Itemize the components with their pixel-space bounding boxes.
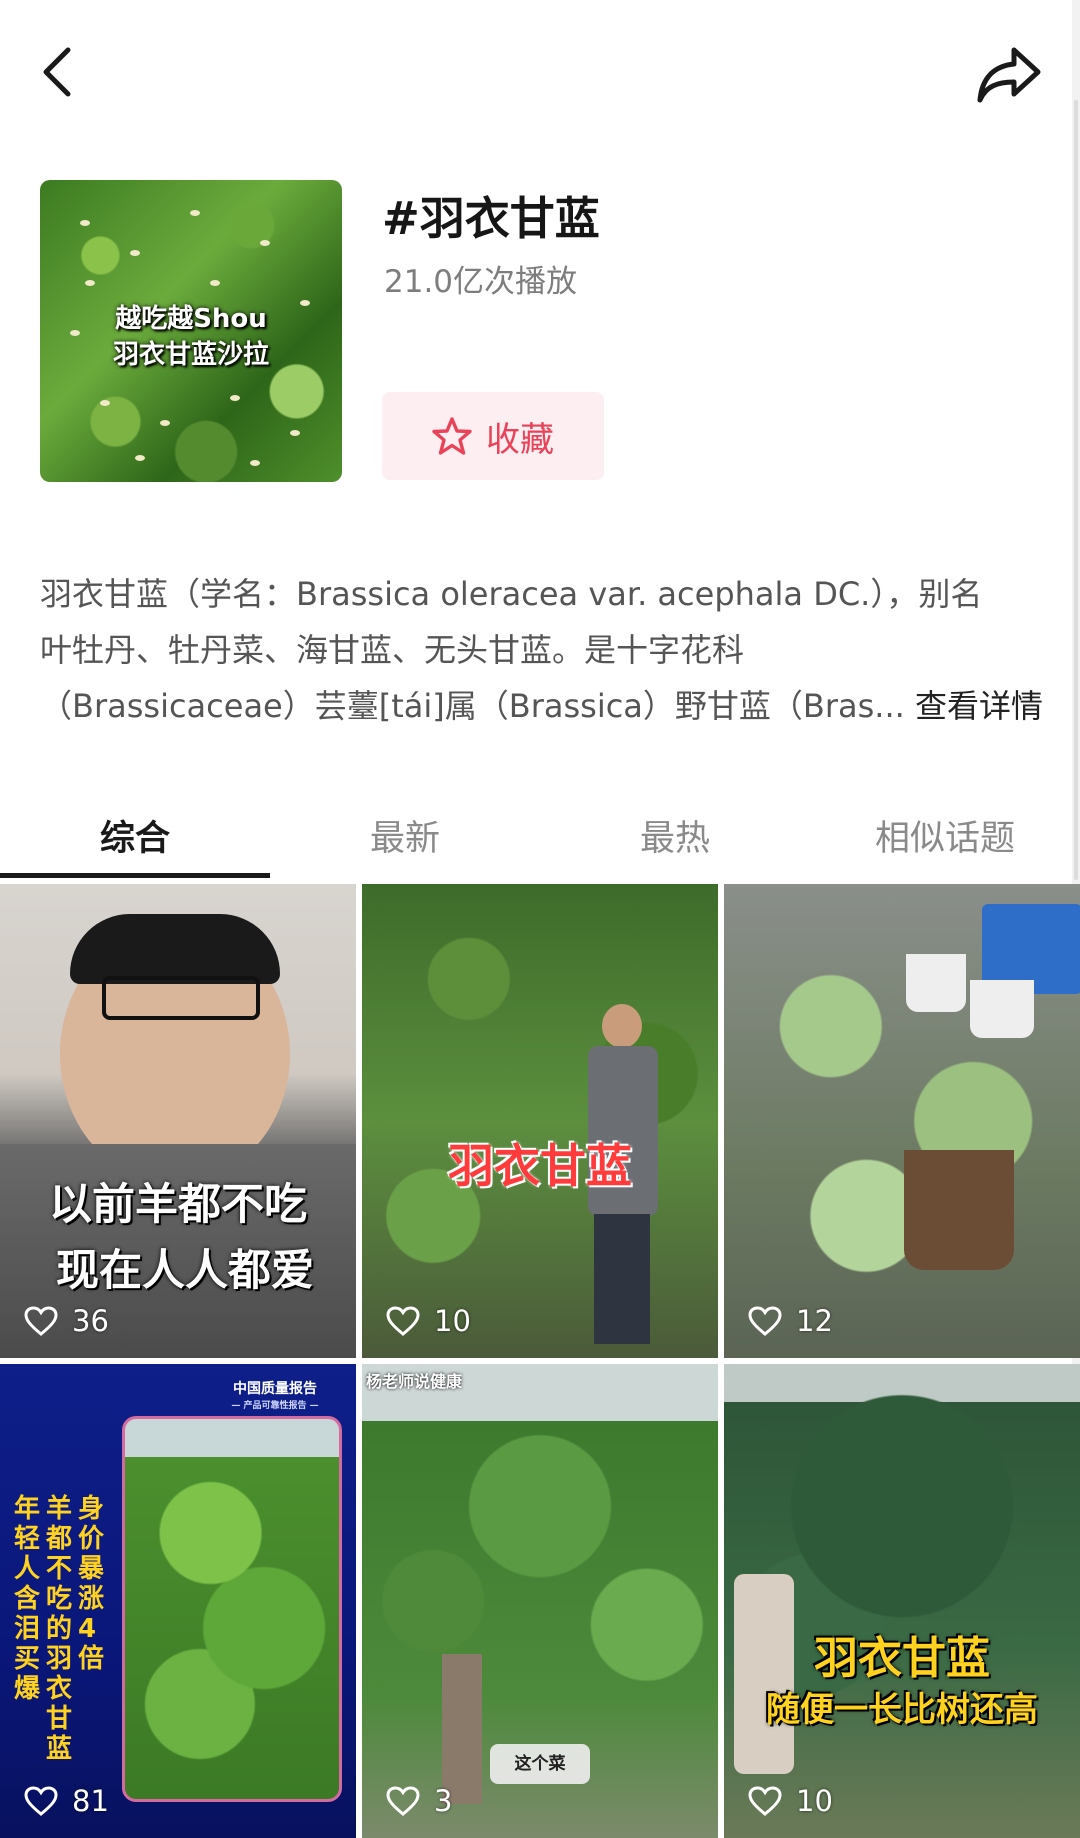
description-line-2: 叶牡丹、牡丹菜、海甘蓝、无头甘蓝。是十字花科 <box>40 631 745 669</box>
kale-photo <box>122 1416 342 1802</box>
vertical-text-2: 羊都不吃的羽衣甘蓝 <box>46 1494 73 1764</box>
like-count: 36 <box>24 1304 109 1338</box>
video-overlay-title: 以前羊都不吃 <box>49 1180 307 1230</box>
share-icon <box>977 47 1041 103</box>
play-count: 21.0亿次播放 <box>384 264 578 300</box>
top-bar <box>0 0 1080 150</box>
like-count-value: 12 <box>796 1304 833 1338</box>
like-count: 81 <box>24 1784 109 1818</box>
video-card[interactable]: 中国质量报告 — 产品可靠性报告 — 身价暴涨4倍 羊都不吃的羽衣甘蓝 年轻人含… <box>0 1364 356 1838</box>
view-details-link[interactable]: 查看详情 <box>915 687 1043 725</box>
heart-icon <box>386 1306 420 1336</box>
presenter-hair <box>70 914 280 984</box>
active-tab-indicator <box>0 873 270 878</box>
person-legs <box>442 1654 482 1804</box>
tab-bar: 综合 最新 最热 相似话题 <box>0 790 1080 880</box>
topic-cover-image: 越吃越Shou 羽衣甘蓝沙拉 <box>40 180 342 482</box>
tab-latest[interactable]: 最新 <box>270 810 540 861</box>
video-card[interactable]: 杨老师说健康 这个菜 3 <box>362 1364 718 1838</box>
topic-description: 羽衣甘蓝（学名：Brassica oleracea var. acephala … <box>40 566 1050 734</box>
description-line-1: 羽衣甘蓝（学名：Brassica oleracea var. acephala … <box>40 575 983 613</box>
heart-icon <box>748 1786 782 1816</box>
video-card[interactable]: 12 <box>724 884 1080 1358</box>
back-button[interactable] <box>36 42 86 102</box>
heart-icon <box>24 1786 58 1816</box>
heart-icon <box>24 1306 58 1336</box>
plant-pot <box>970 980 1034 1038</box>
scrollbar-thumb[interactable] <box>1074 100 1078 880</box>
vertical-text-1: 身价暴涨4倍 <box>78 1494 105 1674</box>
like-count-value: 3 <box>434 1784 453 1818</box>
cover-text-line2: 羽衣甘蓝沙拉 <box>112 340 269 370</box>
favorite-label: 收藏 <box>486 419 554 460</box>
heart-icon <box>386 1786 420 1816</box>
cover-text-line1: 越吃越Shou <box>115 304 267 334</box>
report-badge-sub: — 产品可靠性报告 — <box>231 1401 319 1411</box>
video-caption: 这个菜 <box>490 1744 590 1784</box>
video-card[interactable]: 羽衣甘蓝 随便一长比树还高 10 <box>724 1364 1080 1838</box>
person-head <box>602 1004 642 1048</box>
description-line-3: （Brassicaceae）芸薹[tái]属（Brassica）野甘蓝（Bras… <box>40 678 1050 734</box>
video-card[interactable]: 羽衣甘蓝 10 <box>362 884 718 1358</box>
like-count-value: 81 <box>72 1784 109 1818</box>
like-count: 10 <box>748 1784 833 1818</box>
plant-pot <box>906 954 966 1012</box>
report-badge: 中国质量报告 <box>233 1381 317 1397</box>
share-button[interactable] <box>974 44 1044 106</box>
tab-comprehensive[interactable]: 综合 <box>0 810 270 861</box>
like-count-value: 10 <box>434 1304 471 1338</box>
tab-similar-topics[interactable]: 相似话题 <box>810 810 1080 861</box>
heart-icon <box>748 1306 782 1336</box>
like-count: 10 <box>386 1304 471 1338</box>
like-count: 3 <box>386 1784 452 1818</box>
description-line-3-text: （Brassicaceae）芸薹[tái]属（Brassica）野甘蓝（Bras… <box>40 687 905 725</box>
like-count-value: 36 <box>72 1304 109 1338</box>
topic-title: #羽衣甘蓝 <box>382 192 600 245</box>
star-icon <box>432 417 472 455</box>
video-overlay-subtitle: 随便一长比树还高 <box>766 1690 1038 1730</box>
favorite-button[interactable]: 收藏 <box>382 392 604 480</box>
glasses <box>102 976 260 1020</box>
vertical-text-3: 年轻人含泪买爆 <box>14 1494 41 1704</box>
video-overlay-title: 羽衣甘蓝 <box>448 1139 632 1193</box>
creator-tag: 杨老师说健康 <box>366 1372 463 1391</box>
video-card[interactable]: 以前羊都不吃 现在人人都爱 36 <box>0 884 356 1358</box>
like-count: 12 <box>748 1304 833 1338</box>
plant-pot <box>904 1150 1014 1270</box>
video-overlay-title: 羽衣甘蓝 <box>814 1633 990 1684</box>
video-overlay-subtitle: 现在人人都爱 <box>56 1246 314 1296</box>
back-arrow-icon <box>43 47 71 97</box>
person-legs <box>594 1214 650 1344</box>
tab-hottest[interactable]: 最热 <box>540 810 810 861</box>
like-count-value: 10 <box>796 1784 833 1818</box>
